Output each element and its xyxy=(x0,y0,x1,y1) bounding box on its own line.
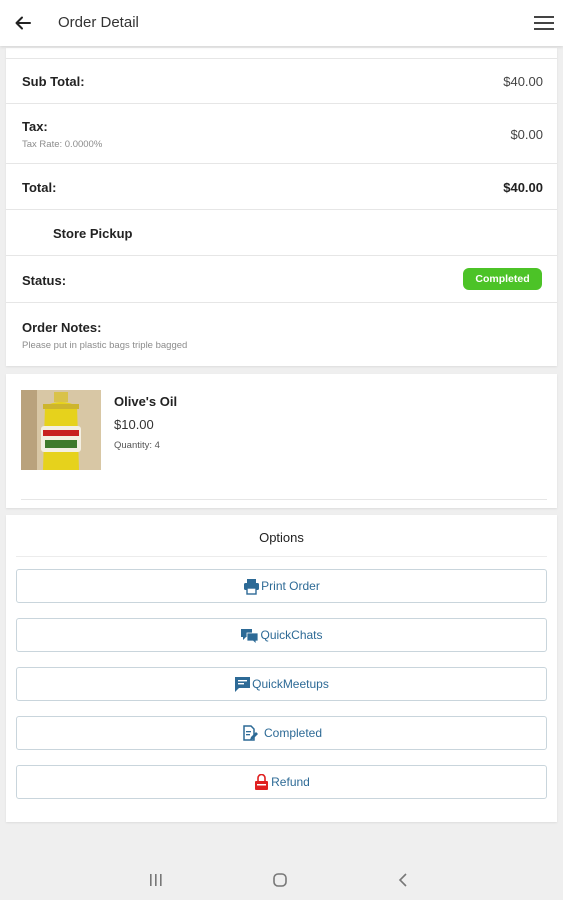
product-price: $10.00 xyxy=(114,417,154,432)
product-name: Olive's Oil xyxy=(114,394,178,409)
divider xyxy=(21,499,547,500)
order-notes-label: Order Notes: xyxy=(22,320,102,335)
order-notes-text: Please put in plastic bags triple bagged xyxy=(22,340,188,351)
quickchats-label: QuickChats xyxy=(260,628,323,642)
order-notes-row: Order Notes: Please put in plastic bags … xyxy=(6,302,557,364)
tax-rate: Tax Rate: 0.0000% xyxy=(22,139,103,150)
print-order-label: Print Order xyxy=(261,579,320,593)
status-label: Status: xyxy=(22,273,67,288)
chat-bubbles-icon xyxy=(240,627,259,644)
subtotal-row: Sub Total: $40.00 xyxy=(6,58,557,103)
system-navigation-bar xyxy=(0,860,563,900)
app-bar: Order Detail xyxy=(0,0,563,46)
product-quantity: Quantity: 4 xyxy=(114,440,160,451)
subtotal-label: Sub Total: xyxy=(22,74,85,89)
tax-value: $0.00 xyxy=(510,127,543,142)
tax-row: Tax: Tax Rate: 0.0000% $0.00 xyxy=(6,103,557,163)
arrow-left-icon[interactable] xyxy=(12,12,34,34)
order-summary-card: Sub Total: $40.00 Tax: Tax Rate: 0.0000%… xyxy=(6,48,557,366)
refund-icon xyxy=(253,773,270,791)
total-value: $40.00 xyxy=(503,180,543,195)
olive-oil-bottle-image xyxy=(21,390,101,470)
order-item-card: Olive's Oil $10.00 Quantity: 4 xyxy=(6,374,557,508)
print-order-button[interactable]: Print Order xyxy=(16,569,547,603)
fulfillment-label: Store Pickup xyxy=(53,226,133,241)
total-row: Total: $40.00 xyxy=(6,163,557,209)
fulfillment-row: Store Pickup xyxy=(6,209,557,255)
completed-label: Completed xyxy=(263,726,323,740)
completed-button[interactable]: Completed xyxy=(16,716,547,750)
recent-apps-icon[interactable] xyxy=(147,872,165,888)
page-title: Order Detail xyxy=(58,14,139,31)
edit-document-icon xyxy=(241,724,258,742)
total-label: Total: xyxy=(22,180,57,195)
tax-label: Tax: xyxy=(22,119,48,134)
status-badge: Completed xyxy=(463,268,542,290)
options-card: Options Print Order QuickChats QuickMeet… xyxy=(6,515,557,822)
message-icon xyxy=(234,676,251,693)
hamburger-menu-icon[interactable] xyxy=(533,13,555,33)
divider xyxy=(16,556,547,557)
back-icon[interactable] xyxy=(395,872,413,888)
printer-icon xyxy=(243,578,260,595)
status-row: Status: Completed xyxy=(6,255,557,302)
quickchats-button[interactable]: QuickChats xyxy=(16,618,547,652)
subtotal-value: $40.00 xyxy=(503,74,543,89)
quickmeetups-label: QuickMeetups xyxy=(252,677,329,691)
options-title: Options xyxy=(259,530,304,545)
home-icon[interactable] xyxy=(271,872,289,888)
quickmeetups-button[interactable]: QuickMeetups xyxy=(16,667,547,701)
refund-button[interactable]: Refund xyxy=(16,765,547,799)
refund-label: Refund xyxy=(271,775,310,789)
